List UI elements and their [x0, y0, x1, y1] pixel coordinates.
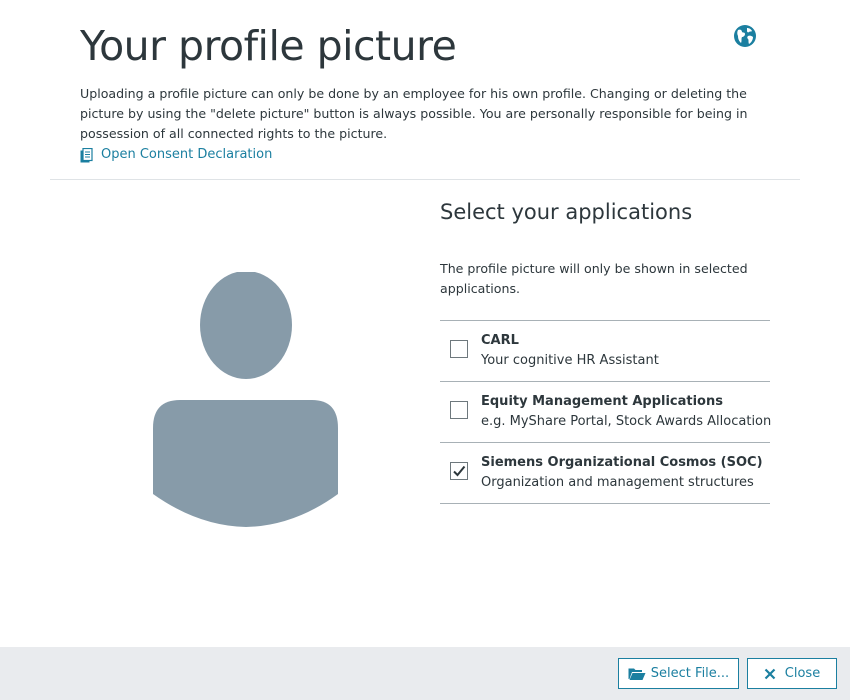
equity-management-checkbox[interactable]	[450, 401, 468, 419]
select-file-button[interactable]: Select File...	[618, 658, 739, 689]
applications-title: Select your applications	[440, 200, 693, 224]
application-name: Equity Management Applications	[481, 394, 723, 409]
close-label: Close	[784, 666, 821, 681]
application-subtitle: e.g. MyShare Portal, Stock Awards Alloca…	[481, 414, 772, 429]
open-consent-link[interactable]: Open Consent Declaration	[80, 144, 272, 164]
close-icon	[764, 668, 776, 679]
consent-link-label: Open Consent Declaration	[101, 146, 273, 162]
application-item-carl[interactable]: CARL Your cognitive HR Assistant	[440, 321, 770, 382]
document-icon	[80, 147, 93, 162]
page-title: Your profile picture	[80, 22, 457, 70]
select-file-label: Select File...	[650, 666, 730, 681]
applications-list: CARL Your cognitive HR Assistant Equity …	[440, 320, 772, 504]
close-button[interactable]: Close	[747, 658, 837, 689]
folder-open-icon	[628, 668, 646, 680]
application-item-equity-management[interactable]: Equity Management Applications e.g. MySh…	[440, 382, 772, 443]
application-subtitle: Your cognitive HR Assistant	[481, 353, 659, 368]
soc-checkbox[interactable]	[450, 462, 468, 480]
carl-checkbox[interactable]	[450, 340, 468, 358]
application-subtitle: Organization and management structures	[481, 475, 754, 490]
applications-description: The profile picture will only be shown i…	[440, 261, 748, 296]
application-name: CARL	[481, 333, 519, 348]
checkmark-icon	[453, 465, 466, 477]
application-item-soc[interactable]: Siemens Organizational Cosmos (SOC) Orga…	[440, 443, 770, 504]
globe-icon[interactable]	[733, 24, 757, 48]
profile-description: Uploading a profile picture can only be …	[80, 86, 748, 141]
person-silhouette-icon	[153, 272, 338, 527]
header-divider	[50, 179, 800, 180]
dialog-footer: Select File... Close	[0, 647, 850, 700]
application-name: Siemens Organizational Cosmos (SOC)	[481, 455, 763, 470]
